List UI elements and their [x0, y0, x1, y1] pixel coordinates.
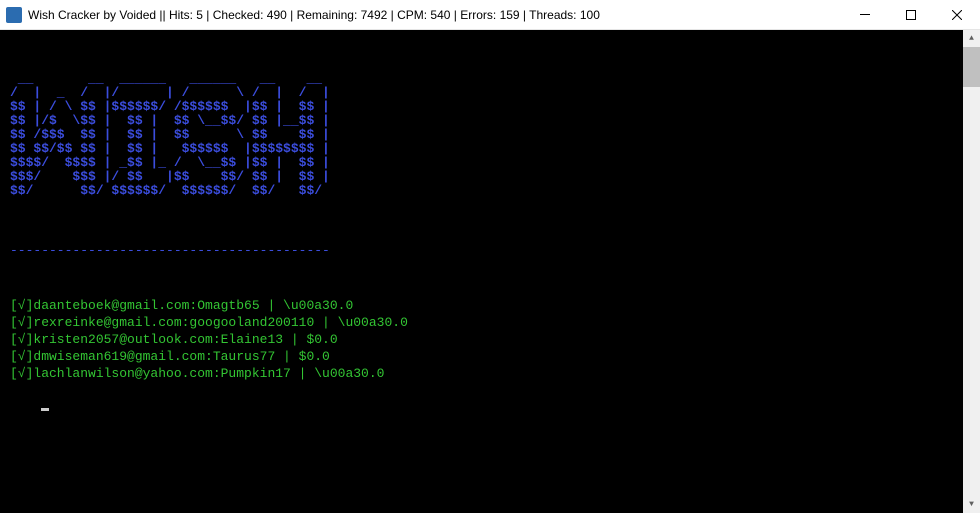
terminal-wrapper: __ __ ______ ______ __ __ / | _ / |/ | /…	[0, 30, 980, 513]
minimize-button[interactable]	[842, 0, 888, 29]
results-list: [√]daanteboek@gmail.com:Omagtb65 | \u00a…	[10, 297, 953, 382]
window-title: Wish Cracker by Voided || Hits: 5 | Chec…	[28, 8, 842, 22]
result-line: [√]kristen2057@outlook.com:Elaine13 | $0…	[10, 331, 953, 348]
terminal-cursor	[41, 408, 49, 411]
window-controls	[842, 0, 980, 29]
scroll-thumb[interactable]	[963, 47, 980, 87]
scroll-up-arrow[interactable]: ▲	[963, 30, 980, 47]
result-line: [√]rexreinke@gmail.com:googooland200110 …	[10, 314, 953, 331]
terminal-output[interactable]: __ __ ______ ______ __ __ / | _ / |/ | /…	[0, 30, 963, 513]
scroll-down-arrow[interactable]: ▼	[963, 496, 980, 513]
result-line: [√]dmwiseman619@gmail.com:Taurus77 | $0.…	[10, 348, 953, 365]
result-line: [√]lachlanwilson@yahoo.com:Pumpkin17 | \…	[10, 365, 953, 382]
ascii-banner: __ __ ______ ______ __ __ / | _ / |/ | /…	[10, 72, 953, 198]
maximize-button[interactable]	[888, 0, 934, 29]
result-line: [√]daanteboek@gmail.com:Omagtb65 | \u00a…	[10, 297, 953, 314]
vertical-scrollbar[interactable]: ▲ ▼	[963, 30, 980, 513]
scroll-track[interactable]	[963, 47, 980, 496]
app-icon	[6, 7, 22, 23]
divider-line: ----------------------------------------…	[10, 242, 953, 259]
window-title-bar: Wish Cracker by Voided || Hits: 5 | Chec…	[0, 0, 980, 30]
close-button[interactable]	[934, 0, 980, 29]
